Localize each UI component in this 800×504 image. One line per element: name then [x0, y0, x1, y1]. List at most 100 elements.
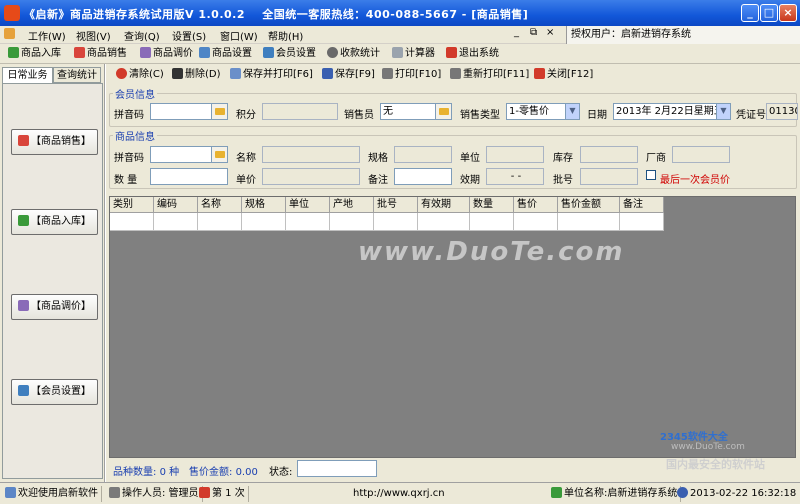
member-pick-button[interactable] [211, 103, 228, 120]
spec-field [394, 146, 452, 163]
toolbar-exit[interactable]: 退出系统 [446, 46, 499, 62]
col-unit[interactable]: 单位 [286, 197, 330, 213]
menu-query[interactable]: 查询(Q) [124, 28, 160, 43]
menu-bar: 工作(W) 视图(V) 查询(Q) 设置(S) 窗口(W) 帮助(H) _ ⧉ … [0, 26, 800, 44]
maximize-button[interactable]: □ [760, 4, 778, 22]
clock-icon [677, 487, 688, 498]
member-pinyin-input[interactable] [150, 103, 212, 120]
toolbar-product-settings[interactable]: 商品设置 [199, 46, 252, 62]
maker-label: 厂商 [646, 153, 666, 164]
menu-help[interactable]: 帮助(H) [268, 28, 303, 43]
date-label: 日期 [587, 110, 607, 121]
app-icon [4, 5, 20, 21]
delete-button[interactable]: 删除(D) [172, 67, 221, 83]
member-settings-icon [18, 385, 29, 396]
left-panel-body: 【商品销售】 【商品入库】 【商品调价】 【会员设置】 [2, 83, 103, 479]
product-pinyin-input[interactable] [150, 146, 212, 163]
stock-in-icon [8, 47, 19, 58]
toolbar-calculator[interactable]: 计算器 [392, 46, 435, 62]
mdi-restore-button[interactable]: ⧉ [530, 27, 537, 38]
kinds-label: 品种数量: 0 种 [113, 467, 180, 478]
voucher-label: 凭证号 [736, 110, 766, 121]
action-toolbar: 清除(C) 删除(D) 保存并打印[F6] 保存[F9] 打印[F10] 重新打… [106, 66, 800, 84]
toolbar-price-adjust[interactable]: 商品调价 [140, 46, 193, 62]
clear-button[interactable]: 清除(C) [116, 67, 164, 83]
nav-sales-button[interactable]: 【商品销售】 [11, 129, 98, 155]
price-adjust-icon [18, 300, 29, 311]
col-category[interactable]: 类别 [110, 197, 154, 213]
magnifier-icon [327, 47, 338, 58]
save-icon [322, 68, 333, 79]
menu-window[interactable]: 窗口(W) [220, 28, 258, 43]
col-name[interactable]: 名称 [198, 197, 242, 213]
product-pick-button[interactable] [211, 146, 228, 163]
menu-settings[interactable]: 设置(S) [172, 28, 206, 43]
toolbar-receipt-stats[interactable]: 收款统计 [327, 46, 380, 62]
mdi-close-button[interactable]: × [546, 27, 554, 38]
toolbar-member-settings[interactable]: 会员设置 [263, 46, 316, 62]
welcome-status: 欢迎使用启新软件 [2, 486, 102, 502]
clear-icon [116, 68, 127, 79]
print-icon [382, 68, 393, 79]
product-name-field [262, 146, 360, 163]
product-pinyin-label: 拼音码 [114, 153, 144, 164]
website-link[interactable]: http://www.qxrj.cn [350, 486, 448, 502]
close-form-button[interactable]: 关闭[F12] [534, 67, 593, 83]
date-picker[interactable]: 2013年 2月22日星期五 ▼ [613, 103, 731, 120]
grid-header: 类别 编码 名称 规格 单位 产地 批号 有效期 数量 售价 售价金额 备注 [110, 197, 664, 213]
menu-work-icon [4, 28, 17, 40]
quantity-input[interactable] [150, 168, 228, 185]
member-settings-icon [263, 47, 274, 58]
main-toolbar: 商品入库 商品销售 商品调价 商品设置 会员设置 收款统计 计算器 退出系统 [0, 44, 800, 64]
sale-type-label: 销售类型 [460, 110, 500, 121]
expiry-label: 效期 [460, 175, 480, 186]
reprint-button[interactable]: 重新打印[F11] [450, 67, 529, 83]
col-origin[interactable]: 产地 [330, 197, 374, 213]
unit-label: 单位 [460, 153, 480, 164]
mdi-minimize-button[interactable]: _ [514, 27, 519, 38]
note-input[interactable] [394, 168, 452, 185]
last-member-price-label: 最后一次会员价 [660, 175, 730, 186]
status-label: 状态: [269, 467, 293, 478]
delete-x-icon [172, 68, 183, 79]
close-button[interactable]: × [779, 4, 797, 22]
print-button[interactable]: 打印[F10] [382, 67, 441, 83]
member-pinyin-label: 拼音码 [114, 110, 144, 121]
col-spec[interactable]: 规格 [242, 197, 286, 213]
nav-member-settings-button[interactable]: 【会员设置】 [11, 379, 98, 405]
toolbar-stock-in[interactable]: 商品入库 [8, 46, 61, 62]
save-print-button[interactable]: 保存并打印[F6] [230, 67, 313, 83]
exit-icon [446, 47, 457, 58]
col-code[interactable]: 编码 [154, 197, 198, 213]
company-icon [551, 487, 562, 498]
seller-pick-button[interactable] [435, 103, 452, 120]
nav-stock-in-button[interactable]: 【商品入库】 [11, 209, 98, 235]
datetime-status: 2013-02-22 16:32:18 [674, 486, 799, 502]
col-price[interactable]: 售价 [514, 197, 558, 213]
col-note[interactable]: 备注 [620, 197, 664, 213]
last-member-price-checkbox[interactable] [646, 170, 656, 180]
tab-query-stats[interactable]: 查询统计 [53, 67, 101, 83]
points-label: 积分 [236, 110, 256, 121]
menu-work[interactable]: 工作(W) [28, 28, 66, 43]
toolbar-sales[interactable]: 商品销售 [74, 46, 127, 62]
unit-price-label: 单价 [236, 175, 256, 186]
window-title: 《启新》商品进销存系统试用版V 1.0.0.2 全国统一客服热线：400-088… [24, 8, 529, 21]
user-icon [109, 487, 120, 498]
col-amount[interactable]: 售价金额 [558, 197, 620, 213]
sale-type-select[interactable]: 1-零售价 ▼ [506, 103, 580, 120]
col-expiry[interactable]: 有效期 [418, 197, 470, 213]
minimize-button[interactable]: _ [741, 4, 759, 22]
table-row[interactable] [110, 213, 664, 231]
col-batch[interactable]: 批号 [374, 197, 418, 213]
nav-price-adjust-button[interactable]: 【商品调价】 [11, 294, 98, 320]
seller-input[interactable]: 无 [380, 103, 436, 120]
product-name-label: 名称 [236, 153, 256, 164]
close-icon [534, 68, 545, 79]
menu-view[interactable]: 视图(V) [76, 28, 111, 43]
save-button[interactable]: 保存[F9] [322, 67, 375, 83]
col-quantity[interactable]: 数量 [470, 197, 514, 213]
expiry-field: - - [486, 168, 544, 185]
stock-in-icon [18, 215, 29, 226]
tab-daily-business[interactable]: 日常业务 [2, 67, 53, 83]
